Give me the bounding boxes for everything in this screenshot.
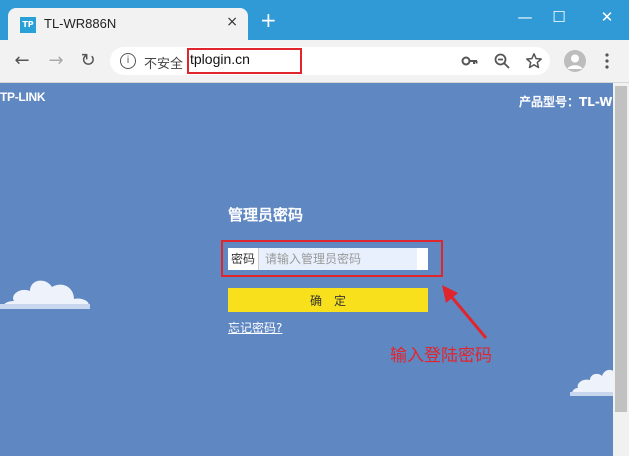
tplink-logo: TP-LINK [0,90,46,104]
browser-titlebar: TP TL-WR886N × + — ☐ ✕ [0,0,629,40]
forward-arrow-icon[interactable]: → [44,49,68,73]
ok-button[interactable]: 确定 [228,288,428,312]
bookmark-star-icon[interactable] [524,52,544,72]
password-highlight-box [221,240,443,277]
minimize-icon[interactable]: — [510,4,540,30]
zoom-out-icon[interactable] [492,52,512,72]
cloud-left-icon [0,280,90,309]
window-close-icon[interactable]: ✕ [592,4,622,30]
annotation-arrow-icon [442,285,488,339]
tab-close-icon[interactable]: × [226,14,238,30]
back-arrow-icon[interactable]: ← [10,49,34,73]
browser-tab[interactable]: TP TL-WR886N × [8,8,248,40]
forgot-password-link[interactable]: 忘记密码? [228,319,282,336]
browser-toolbar: ← → ↻ i 不安全 tplogin.cn [0,40,629,83]
address-bar[interactable]: i 不安全 tplogin.cn [110,47,550,75]
scrollbar-thumb[interactable] [615,86,627,412]
reload-icon[interactable]: ↻ [76,49,100,73]
product-model: 产品型号：TL-WR886N [519,95,613,109]
key-icon[interactable] [460,52,480,72]
login-title: 管理员密码 [228,206,304,224]
url-highlight-box [187,48,302,74]
menu-more-icon[interactable] [597,52,617,72]
annotation-text: 输入登陆密码 [390,346,492,366]
tab-title: TL-WR886N [44,16,117,31]
tplink-favicon-icon: TP [20,17,36,33]
info-icon[interactable]: i [120,53,136,69]
new-tab-icon[interactable]: + [260,10,277,30]
cloud-right-icon [570,369,613,396]
insecure-label: 不安全 [144,57,184,72]
maximize-icon[interactable]: ☐ [544,4,574,30]
profile-avatar-icon[interactable] [564,50,586,72]
